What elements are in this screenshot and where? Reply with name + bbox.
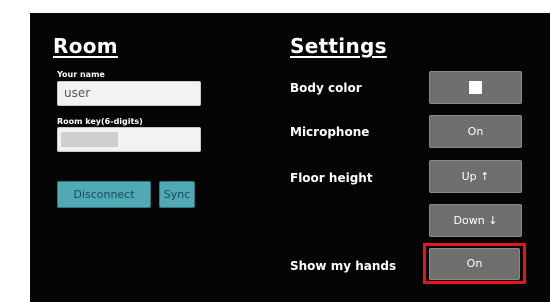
microphone-label: Microphone: [290, 125, 370, 139]
room-key-input[interactable]: [57, 127, 201, 152]
show-hands-toggle-button[interactable]: On: [429, 248, 520, 280]
show-hands-label: Show my hands: [290, 259, 397, 273]
room-key-label: Room key(6-digits): [57, 117, 143, 126]
sync-button[interactable]: Sync: [159, 181, 195, 208]
body-color-swatch: [469, 80, 482, 94]
body-color-label: Body color: [290, 81, 362, 95]
room-key-masked-value: [61, 132, 118, 147]
body-color-button[interactable]: [429, 71, 522, 104]
your-name-label: Your name: [57, 70, 105, 79]
room-title: Room: [53, 34, 118, 58]
show-hands-highlight: On: [423, 243, 526, 284]
floor-height-label: Floor height: [290, 171, 373, 185]
disconnect-button[interactable]: Disconnect: [57, 181, 151, 208]
floor-down-button[interactable]: Down ↓: [429, 204, 522, 237]
name-input[interactable]: user: [57, 81, 201, 106]
settings-title: Settings: [290, 34, 387, 58]
floor-up-button[interactable]: Up ↑: [429, 160, 522, 193]
microphone-toggle-button[interactable]: On: [429, 115, 522, 148]
vr-settings-panel: Room Your name user Room key(6-digits) D…: [30, 13, 550, 302]
